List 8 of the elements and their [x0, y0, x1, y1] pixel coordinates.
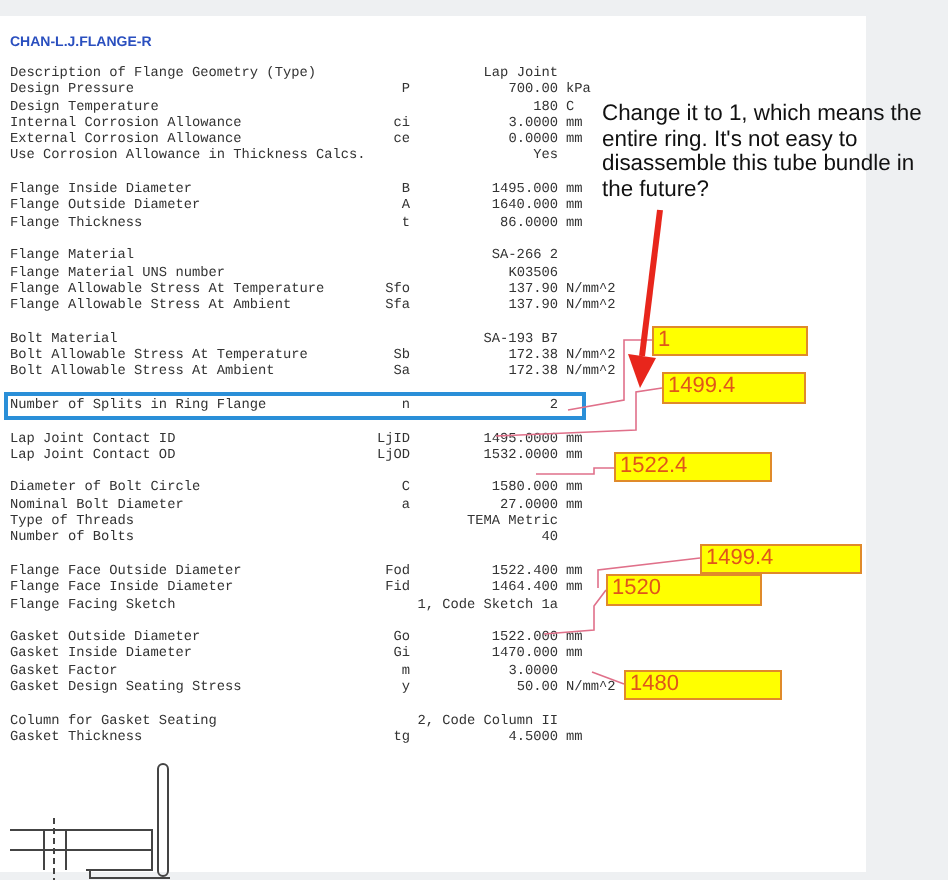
callout-note: 1480: [624, 670, 782, 700]
callout-note: 1499.4: [700, 544, 862, 574]
callout-note: 1499.4: [662, 372, 806, 404]
callout-note: 1520: [606, 574, 762, 606]
callout-note: 1: [652, 326, 808, 356]
annotation-comment: Change it to 1, which means the entire ring. It's not easy to disassemble this tube bundle in the future?: [602, 102, 924, 202]
leader-line: [535, 467, 615, 475]
callout-note: 1522.4: [614, 452, 772, 482]
